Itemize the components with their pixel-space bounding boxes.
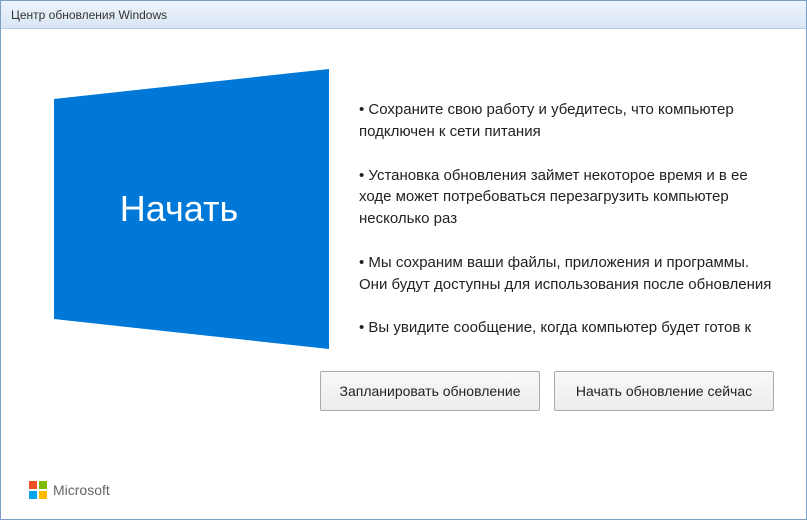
- content-area: Начать Сохраните свою работу и убедитесь…: [1, 29, 806, 519]
- bullet-text: Установка обновления займет некоторое вр…: [359, 167, 748, 228]
- microsoft-logo-icon: [29, 481, 47, 499]
- bullet-item: Мы сохраним ваши файлы, приложения и про…: [359, 252, 778, 296]
- buttons-row: Запланировать обновление Начать обновлен…: [29, 371, 778, 411]
- hero-heading: Начать: [120, 188, 238, 230]
- bullet-text: Сохраните свою работу и убедитесь, что к…: [359, 101, 734, 140]
- window-title: Центр обновления Windows: [11, 8, 167, 22]
- brand-text: Microsoft: [53, 482, 110, 498]
- hero-panel: Начать: [29, 69, 329, 349]
- bullet-text: Мы сохраним ваши файлы, приложения и про…: [359, 254, 771, 293]
- schedule-button[interactable]: Запланировать обновление: [320, 371, 540, 411]
- bullet-item: Вы увидите сообщение, когда компьютер бу…: [359, 317, 778, 339]
- window-frame: Центр обновления Windows Начать Сохранит…: [0, 0, 807, 520]
- bullets-list: Сохраните свою работу и убедитесь, что к…: [359, 69, 778, 361]
- bullet-item: Сохраните свою работу и убедитесь, что к…: [359, 99, 778, 143]
- bullet-text: Вы увидите сообщение, когда компьютер бу…: [368, 319, 751, 336]
- titlebar[interactable]: Центр обновления Windows: [1, 1, 806, 29]
- footer-logo: Microsoft: [29, 481, 110, 499]
- main-row: Начать Сохраните свою работу и убедитесь…: [29, 69, 778, 361]
- bullet-item: Установка обновления займет некоторое вр…: [359, 165, 778, 230]
- start-now-button[interactable]: Начать обновление сейчас: [554, 371, 774, 411]
